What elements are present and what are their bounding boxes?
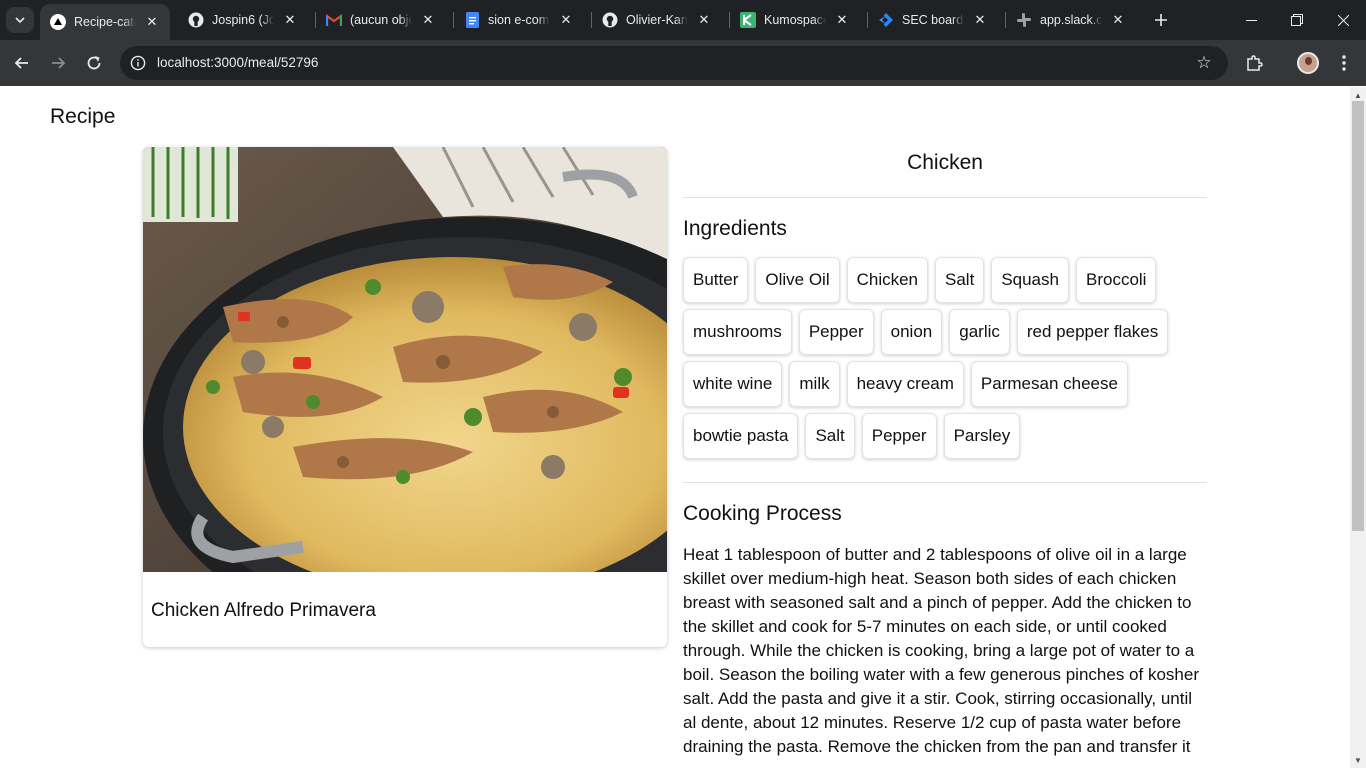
ingredient-chip: white wine [683, 361, 783, 407]
jira-icon [878, 12, 894, 28]
url-text[interactable]: localhost:3000/meal/52796 [157, 55, 318, 70]
tab-search-button[interactable] [6, 7, 34, 33]
tab-title: app.slack.cor [1040, 13, 1102, 27]
ingredient-chip: mushrooms [683, 309, 792, 355]
ingredient-chip: Salt [935, 257, 985, 303]
close-icon[interactable]: ✕ [970, 10, 990, 30]
ingredient-chip: Pepper [861, 413, 937, 459]
cooking-instructions: Heat 1 tablespoon of butter and 2 tables… [683, 545, 1199, 756]
puzzle-icon [1247, 55, 1263, 71]
tab-docs[interactable]: sion e-comm ✕ [454, 0, 584, 40]
github-icon [602, 12, 618, 28]
reload-icon [87, 56, 101, 70]
close-icon[interactable]: ✕ [694, 10, 714, 30]
extensions-button[interactable] [1240, 49, 1268, 77]
ingredient-chip: Pepper [798, 309, 874, 355]
close-icon[interactable]: ✕ [280, 10, 300, 30]
arrow-right-icon [52, 57, 66, 69]
tab-title: Olivier-Kang [626, 13, 688, 27]
ingredient-chip: Parsley [943, 413, 1021, 459]
info-icon[interactable] [128, 53, 148, 73]
close-icon[interactable]: ✕ [142, 12, 162, 32]
ingredient-chip: garlic [949, 309, 1010, 355]
restore-icon [1291, 14, 1303, 26]
forward-button[interactable] [44, 49, 72, 77]
ingredient-chip: Chicken [846, 257, 929, 303]
meal-category: Chicken [907, 151, 983, 174]
ingredients-list: Butter Olive Oil Chicken Salt Squash Bro… [683, 257, 1207, 459]
tab-gmail[interactable]: (aucun objet ✕ [316, 0, 446, 40]
tab-strip: Recipe-catalo ✕ Jospin6 (Josp ✕ (aucun o… [0, 0, 1366, 40]
close-window-button[interactable] [1320, 0, 1366, 40]
tab-title: Jospin6 (Josp [212, 13, 274, 27]
tab-title: Kumospace | [764, 13, 826, 27]
restore-button[interactable] [1274, 0, 1320, 40]
gmail-icon [326, 12, 342, 28]
tab-kumospace[interactable]: Kumospace | ✕ [730, 0, 860, 40]
ingredient-chip: onion [880, 309, 943, 355]
close-icon[interactable]: ✕ [1108, 10, 1128, 30]
tab-title: (aucun objet [350, 13, 412, 27]
cooking-process-heading: Cooking Process [683, 502, 842, 525]
kumospace-icon [740, 12, 756, 28]
browser-toolbar: localhost:3000/meal/52796 ☆ [0, 40, 1366, 86]
ingredient-chip: milk [789, 361, 840, 407]
slack-icon [1016, 12, 1032, 28]
ingredient-chip: red pepper flakes [1016, 309, 1169, 355]
meal-name: Chicken Alfredo Primavera [151, 600, 376, 621]
bookmark-star-icon[interactable]: ☆ [1194, 53, 1214, 73]
address-bar[interactable]: localhost:3000/meal/52796 ☆ [120, 46, 1228, 80]
ingredient-chip: heavy cream [846, 361, 964, 407]
tab-title: SEC board - [902, 13, 964, 27]
divider [683, 197, 1207, 198]
meal-image [143, 147, 667, 572]
close-icon[interactable]: ✕ [418, 10, 438, 30]
minimize-button[interactable] [1228, 0, 1274, 40]
tab-jospin6[interactable]: Jospin6 (Josp ✕ [178, 0, 308, 40]
ingredients-heading: Ingredients [683, 217, 787, 240]
close-icon [1337, 14, 1349, 26]
page-content: Recipe Chicken Alfredo Primavera Chicken… [0, 87, 1350, 768]
back-button[interactable] [8, 49, 36, 77]
docs-icon [464, 12, 480, 28]
minimize-icon [1245, 19, 1257, 21]
ingredient-chip: Broccoli [1075, 257, 1157, 303]
ingredient-chip: Parmesan cheese [970, 361, 1128, 407]
tab-title: sion e-comm [488, 13, 550, 27]
tab-slack[interactable]: app.slack.cor ✕ [1006, 0, 1136, 40]
tab-recipe-catalog[interactable]: Recipe-catalo ✕ [40, 4, 170, 40]
scroll-down-arrow-icon[interactable]: ▼ [1350, 752, 1366, 768]
arrow-left-icon [14, 57, 28, 69]
brand-title[interactable]: Recipe [50, 105, 115, 129]
chevron-down-icon [15, 17, 25, 24]
reload-button[interactable] [80, 49, 108, 77]
tab-sec-board[interactable]: SEC board - ✕ [868, 0, 998, 40]
plus-icon [1155, 14, 1167, 26]
close-icon[interactable]: ✕ [832, 10, 852, 30]
ingredient-chip: Salt [805, 413, 855, 459]
meal-card: Chicken Alfredo Primavera [143, 147, 667, 647]
tab-title: Recipe-catalo [74, 15, 136, 29]
github-icon [188, 12, 204, 28]
triangle-icon [50, 14, 66, 30]
close-icon[interactable]: ✕ [556, 10, 576, 30]
browser-menu-button[interactable] [1330, 49, 1358, 77]
ingredient-chip: Butter [683, 257, 749, 303]
tab-olivier-kang[interactable]: Olivier-Kang ✕ [592, 0, 722, 40]
scroll-thumb[interactable] [1352, 101, 1364, 531]
new-tab-button[interactable] [1148, 8, 1174, 32]
page-scrollbar[interactable]: ▲ ▼ [1350, 87, 1366, 768]
divider [683, 482, 1207, 483]
ingredient-chip: Squash [991, 257, 1069, 303]
more-vertical-icon [1342, 55, 1346, 71]
profile-avatar[interactable] [1297, 52, 1319, 74]
ingredient-chip: Olive Oil [755, 257, 840, 303]
ingredient-chip: bowtie pasta [683, 413, 799, 459]
